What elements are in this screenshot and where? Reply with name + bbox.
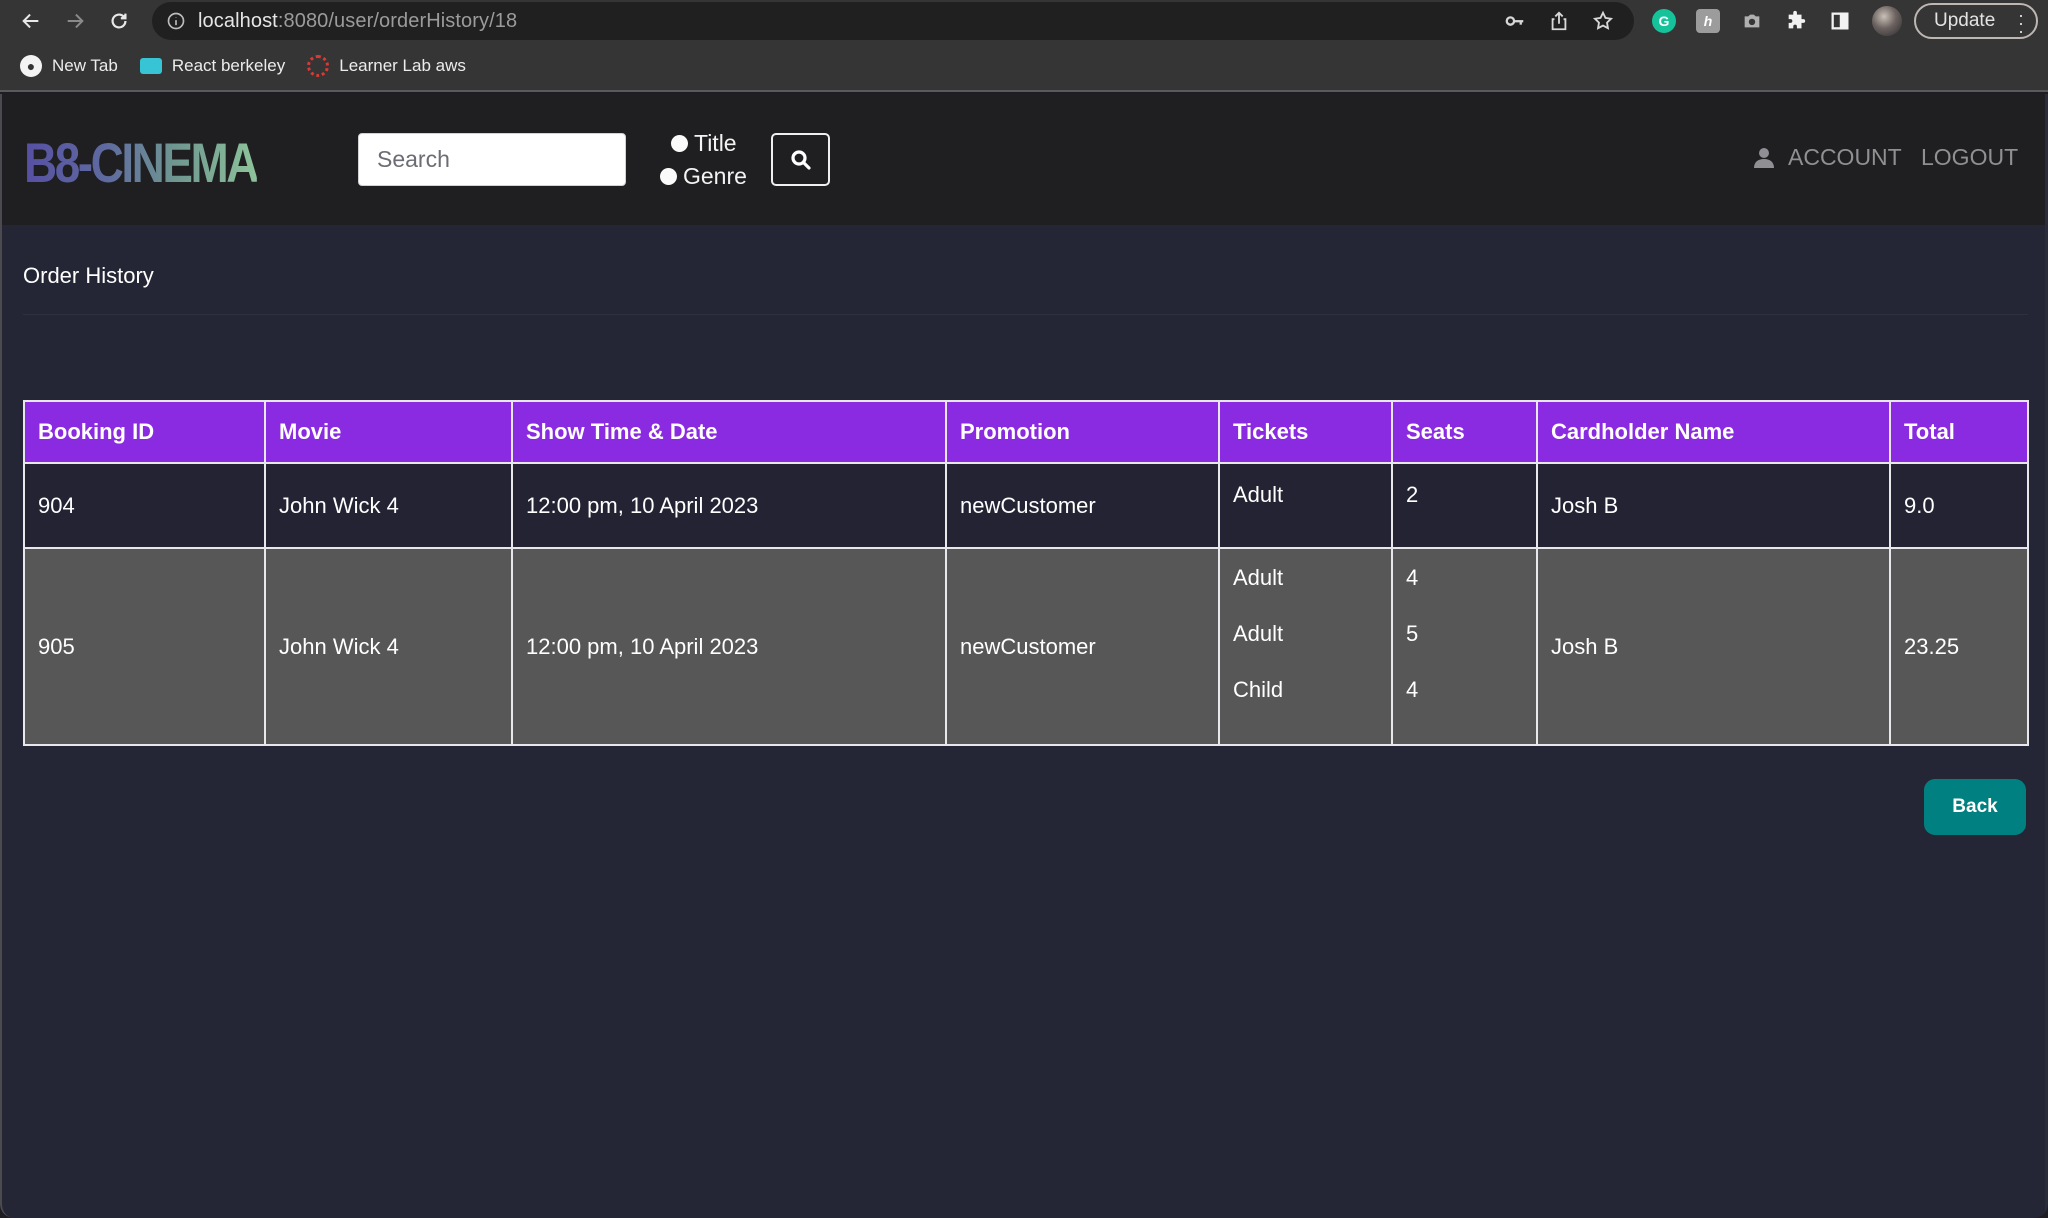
column-header: Total xyxy=(1889,400,2029,464)
search-button[interactable] xyxy=(771,133,830,186)
ticket-type: Adult xyxy=(1233,565,1284,590)
address-bar[interactable]: localhost:8080/user/orderHistory/18 xyxy=(152,2,1634,40)
tickets-cell: Adult xyxy=(1218,462,1393,549)
total-cell: 23.25 xyxy=(1889,547,2029,746)
bookmark-label: New Tab xyxy=(52,56,118,75)
monitor-icon xyxy=(139,58,162,74)
bookmark-label: React berkeley xyxy=(171,56,286,75)
column-header: Cardholder Name xyxy=(1536,400,1891,464)
seat-number: 2 xyxy=(1406,482,1419,507)
account-link[interactable]: ACCOUNT xyxy=(1752,144,1902,171)
browser-chrome: localhost:8080/user/orderHistory/18 G h … xyxy=(0,0,2048,92)
seat-number: 5 xyxy=(1406,621,1419,646)
seat-number: 4 xyxy=(1406,565,1419,590)
table-row: 904 John Wick 4 12:00 pm, 10 April 2023 … xyxy=(23,462,2029,549)
cardholder-cell: Josh B xyxy=(1536,547,1891,746)
ticket-type: Adult xyxy=(1233,482,1284,507)
site-logo[interactable]: B8-CINEMA xyxy=(24,130,259,195)
movie-cell: John Wick 4 xyxy=(264,462,513,549)
puzzle-icon[interactable] xyxy=(1784,9,1808,33)
search-input[interactable] xyxy=(358,133,626,186)
divider xyxy=(23,314,2028,315)
bookmarks-bar: ● New Tab React berkeley Learner Lab aws xyxy=(0,50,466,82)
tickets-cell: Adult Adult Child xyxy=(1218,547,1393,746)
canvas-icon xyxy=(307,55,330,77)
radio-title-label: Title xyxy=(694,130,737,156)
ticket-type: Child xyxy=(1233,677,1284,702)
promotion-cell: newCustomer xyxy=(945,462,1220,549)
column-header: Promotion xyxy=(945,400,1220,464)
more-menu-icon[interactable]: · · · xyxy=(2018,6,2024,40)
globe-icon: ● xyxy=(20,55,42,77)
page-viewport: B8-CINEMA Title Genre ACCOUNT LOGOUT Ord… xyxy=(0,94,2048,1218)
show-time-cell: 12:00 pm, 10 April 2023 xyxy=(511,462,947,549)
profile-avatar[interactable] xyxy=(1872,6,1902,36)
column-header: Show Time & Date xyxy=(511,400,947,464)
movie-cell: John Wick 4 xyxy=(264,547,513,746)
column-header: Tickets xyxy=(1218,400,1393,464)
update-label: Update xyxy=(1934,10,1996,31)
site-header: B8-CINEMA Title Genre ACCOUNT LOGOUT xyxy=(2,94,2048,225)
order-history-table: Booking ID Movie Show Time & Date Promot… xyxy=(23,400,2029,746)
bookmark-learner-lab[interactable]: Learner Lab aws xyxy=(307,55,466,77)
bookmark-star-icon[interactable] xyxy=(1592,10,1614,32)
url-text[interactable]: localhost:8080/user/orderHistory/18 xyxy=(198,10,517,33)
url-path: :8080/user/orderHistory/18 xyxy=(277,9,518,32)
booking-id-cell: 905 xyxy=(23,547,266,746)
table-header-row: Booking ID Movie Show Time & Date Promot… xyxy=(23,400,2029,464)
cardholder-cell: Josh B xyxy=(1536,462,1891,549)
grammarly-icon[interactable]: G xyxy=(1652,9,1676,33)
back-nav-icon[interactable] xyxy=(16,6,46,36)
share-icon[interactable] xyxy=(1548,10,1570,32)
account-label: ACCOUNT xyxy=(1788,144,1902,170)
column-header: Seats xyxy=(1391,400,1538,464)
side-panel-icon[interactable] xyxy=(1828,9,1852,33)
user-icon xyxy=(1754,147,1774,168)
camera-icon[interactable] xyxy=(1740,9,1764,33)
table-row: 905 John Wick 4 12:00 pm, 10 April 2023 … xyxy=(23,547,2029,746)
honey-icon[interactable]: h xyxy=(1696,9,1720,33)
show-time-cell: 12:00 pm, 10 April 2023 xyxy=(511,547,947,746)
radio-button-title[interactable] xyxy=(671,135,688,152)
radio-genre[interactable]: Genre xyxy=(660,163,747,190)
seats-cell: 4 5 4 xyxy=(1391,547,1538,746)
column-header: Movie xyxy=(264,400,513,464)
bookmark-react-berkeley[interactable]: React berkeley xyxy=(139,56,286,76)
update-button[interactable]: Update · · · xyxy=(1914,3,2038,40)
column-header: Booking ID xyxy=(23,400,266,464)
site-info-icon[interactable] xyxy=(166,11,186,31)
page-title: Order History xyxy=(23,263,154,288)
bookmark-new-tab[interactable]: ● New Tab xyxy=(20,55,118,77)
total-cell: 9.0 xyxy=(1889,462,2029,549)
back-button[interactable]: Back xyxy=(1924,779,2026,835)
booking-id-cell: 904 xyxy=(23,462,266,549)
url-host: localhost xyxy=(198,9,278,32)
logout-link[interactable]: LOGOUT xyxy=(1921,144,2018,171)
seats-cell: 2 xyxy=(1391,462,1538,549)
search-icon xyxy=(790,149,811,170)
radio-genre-label: Genre xyxy=(683,163,747,189)
seat-number: 4 xyxy=(1406,677,1419,702)
forward-nav-icon[interactable] xyxy=(60,6,90,36)
ticket-type: Adult xyxy=(1233,621,1284,646)
key-icon[interactable] xyxy=(1504,10,1526,32)
radio-title[interactable]: Title xyxy=(671,130,737,157)
bookmark-label: Learner Lab aws xyxy=(339,56,466,75)
radio-button-genre[interactable] xyxy=(660,168,677,185)
promotion-cell: newCustomer xyxy=(945,547,1220,746)
reload-icon[interactable] xyxy=(104,6,134,36)
